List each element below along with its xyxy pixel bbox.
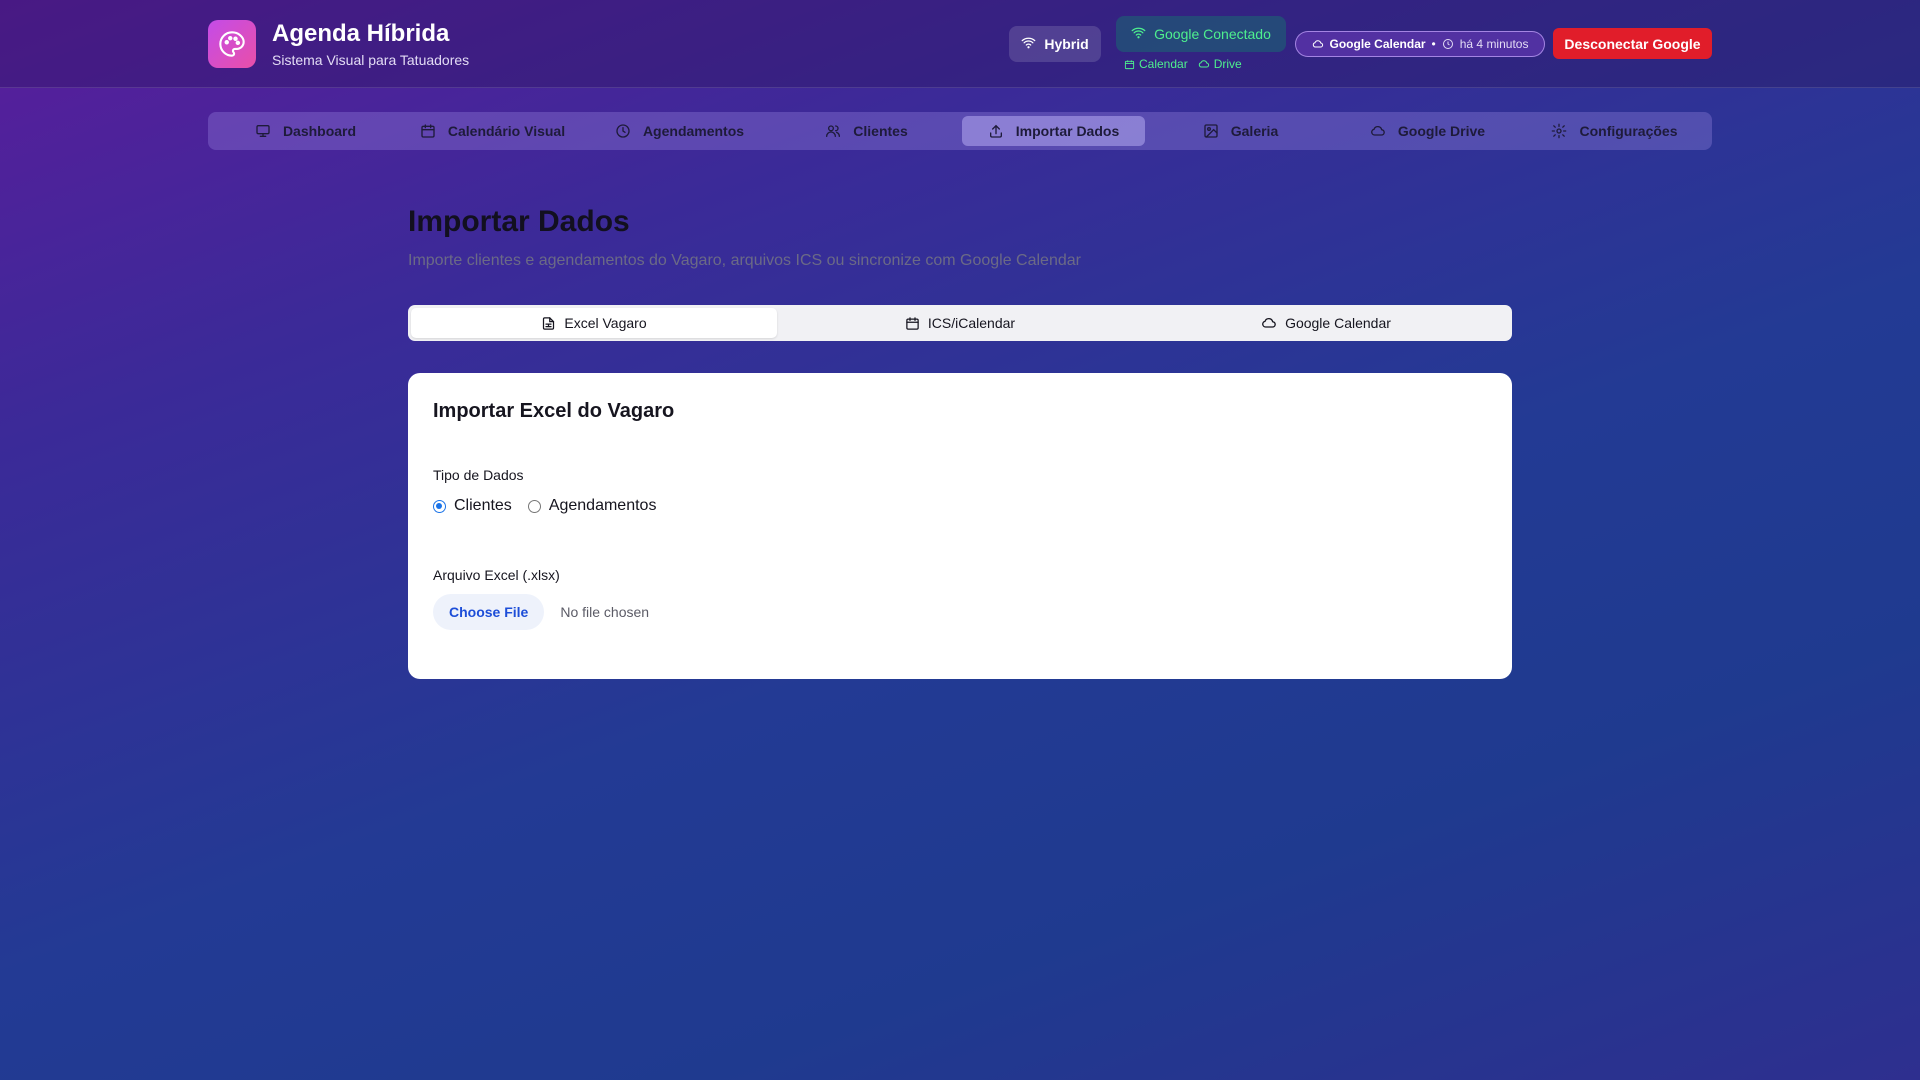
calendar-service: Calendar (1124, 57, 1188, 71)
nav-item-dashboard[interactable]: Dashboard (214, 116, 397, 146)
nav-label: Dashboard (282, 123, 357, 139)
tab-ics-icalendar[interactable]: ICS/iCalendar (777, 308, 1143, 338)
last-sync-time: há 4 minutos (1459, 37, 1529, 51)
clock-icon (616, 124, 630, 138)
nav-label: Configurações (1579, 123, 1678, 139)
monitor-icon (256, 124, 270, 137)
palette-logo-icon (208, 20, 256, 68)
calendar-icon (421, 124, 435, 138)
data-type-radio-group: Clientes Agendamentos (433, 497, 664, 515)
hybrid-mode-button[interactable]: Hybrid (1009, 26, 1101, 62)
tab-label: Google Calendar (1285, 315, 1391, 331)
tab-label: ICS/iCalendar (927, 315, 1016, 331)
clock-icon (1442, 39, 1453, 49)
data-type-label: Tipo de Dados (433, 467, 524, 483)
calendar-icon (906, 316, 919, 330)
main-nav: Dashboard Calendário Visual Agendamentos… (208, 112, 1712, 150)
radio-button[interactable] (527, 499, 541, 513)
gear-icon (1552, 123, 1567, 139)
app-subtitle: Sistema Visual para Tatuadores (272, 52, 470, 68)
connected-services: Calendar Drive (1124, 57, 1242, 71)
file-input[interactable]: Choose File No file chosen (433, 594, 649, 630)
nav-item-galeria[interactable]: Galeria (1149, 116, 1332, 146)
nav-item-importar-dados[interactable]: Importar Dados (962, 116, 1145, 146)
google-connected-status: Google Conectado (1116, 16, 1286, 52)
nav-item-google-drive[interactable]: Google Drive (1336, 116, 1519, 146)
card-title: Importar Excel do Vagaro (433, 400, 675, 422)
nav-item-clientes[interactable]: Clientes (775, 116, 958, 146)
sync-service-label: Google Calendar (1329, 37, 1426, 51)
radio-option-clientes[interactable]: Clientes (433, 497, 512, 515)
google-status-label: Google Conectado (1154, 26, 1271, 42)
cloud-icon (1312, 40, 1323, 48)
import-source-tabs: Excel Vagaro ICS/iCalendar Google Calend… (408, 305, 1512, 341)
image-icon (1204, 124, 1218, 138)
page-title: Importar Dados (408, 205, 630, 238)
nav-label: Clientes (853, 123, 908, 139)
tab-label: Excel Vagaro (564, 315, 647, 331)
nav-item-agendamentos[interactable]: Agendamentos (588, 116, 771, 146)
nav-label: Google Drive (1397, 123, 1486, 139)
nav-label: Agendamentos (642, 123, 745, 139)
file-field-label: Arquivo Excel (.xlsx) (433, 567, 560, 583)
file-spreadsheet-icon (543, 316, 555, 330)
nav-label: Galeria (1230, 123, 1279, 139)
choose-file-button[interactable]: Choose File (433, 594, 545, 630)
nav-label: Calendário Visual (447, 123, 566, 139)
hybrid-label: Hybrid (1044, 36, 1089, 52)
drive-service: Drive (1198, 57, 1242, 71)
radio-label: Clientes (454, 497, 512, 514)
cloud-icon (1198, 60, 1209, 68)
file-status-text: No file chosen (560, 604, 650, 620)
nav-label: Importar Dados (1015, 123, 1120, 139)
nav-item-configuracoes[interactable]: Configurações (1523, 116, 1706, 146)
disconnect-google-button[interactable]: Desconectar Google (1553, 28, 1712, 59)
app-header: Agenda Híbrida Sistema Visual para Tatua… (0, 0, 1920, 88)
tab-excel-vagaro[interactable]: Excel Vagaro (411, 308, 777, 338)
tab-google-calendar[interactable]: Google Calendar (1143, 308, 1509, 338)
wifi-icon (1021, 35, 1036, 53)
separator-dot: • (1431, 37, 1436, 51)
radio-button[interactable] (433, 499, 446, 513)
import-excel-card: Importar Excel do Vagaro Tipo de Dados C… (408, 373, 1512, 679)
upload-icon (989, 124, 1002, 138)
radio-label: Agendamentos (548, 497, 657, 514)
page-subtitle: Importe clientes e agendamentos do Vagar… (408, 252, 1081, 269)
app-title: Agenda Híbrida (272, 20, 450, 47)
users-icon (826, 125, 841, 137)
nav-item-calendario-visual[interactable]: Calendário Visual (401, 116, 584, 146)
radio-option-agendamentos[interactable]: Agendamentos (527, 497, 657, 515)
calendar-icon (1124, 59, 1135, 69)
wifi-icon (1131, 25, 1146, 43)
google-calendar-sync-badge: Google Calendar • há 4 minutos (1295, 31, 1545, 57)
cloud-icon (1262, 318, 1276, 328)
cloud-icon (1371, 126, 1385, 136)
